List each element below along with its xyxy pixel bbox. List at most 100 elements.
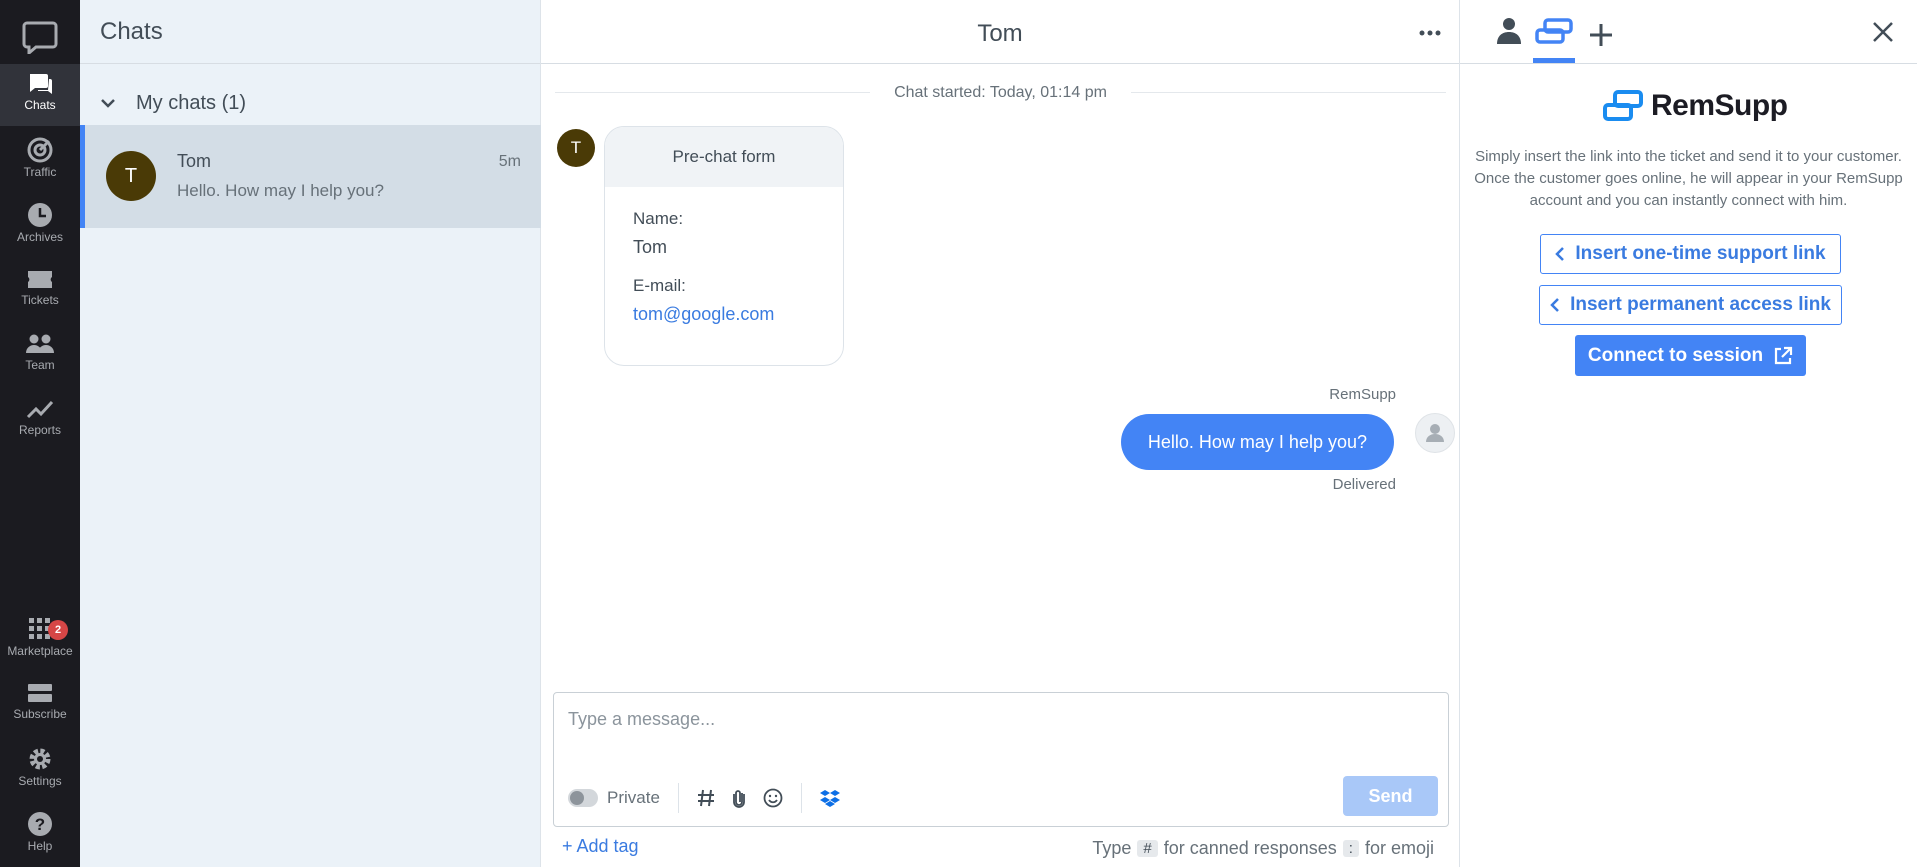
app: Chats Traffic Archives Tickets Team Repo… <box>0 0 1917 867</box>
nav-label: Settings <box>18 774 62 788</box>
chat-list-title: Chats <box>80 0 540 64</box>
chat-list-item[interactable]: T Tom 5m Hello. How may I help you? <box>80 125 541 228</box>
integration-panel: RemSupp Simply insert the link into the … <box>1460 0 1917 867</box>
composer-hint: Type # for canned responses : for emoji <box>1092 838 1434 859</box>
chat-item-name: Tom <box>177 151 212 171</box>
team-icon <box>26 334 54 353</box>
nav-label: Tickets <box>21 293 59 307</box>
button-label: Insert permanent access link <box>1570 294 1831 315</box>
my-chats-section-toggle[interactable]: My chats (1) <box>80 64 540 124</box>
clock-icon <box>28 203 52 227</box>
dropbox-icon[interactable] <box>819 788 840 808</box>
avatar: T <box>106 151 156 201</box>
form-name-value: Tom <box>633 237 668 257</box>
insert-permanent-link-button[interactable]: Insert permanent access link <box>1539 285 1842 325</box>
hint-type: Type <box>1092 838 1132 858</box>
button-label: Connect to session <box>1587 344 1764 366</box>
nav-item-team[interactable]: Team <box>0 324 80 386</box>
left-nav: Chats Traffic Archives Tickets Team Repo… <box>0 0 80 867</box>
lock-icon <box>570 791 584 805</box>
nav-item-subscribe[interactable]: Subscribe <box>0 673 80 735</box>
nav-label: Marketplace <box>7 644 73 658</box>
form-email-link[interactable]: tom@google.com <box>633 304 815 325</box>
more-options-icon[interactable] <box>1419 24 1441 42</box>
private-toggle[interactable] <box>568 789 598 807</box>
nav-item-traffic[interactable]: Traffic <box>0 129 80 191</box>
insert-one-time-link-button[interactable]: Insert one-time support link <box>1540 234 1841 274</box>
remsupp-logo-icon <box>1603 90 1643 121</box>
nav-label: Reports <box>18 423 62 437</box>
nav-label: Help <box>27 839 53 853</box>
message-input[interactable] <box>568 709 1428 730</box>
pre-chat-form-card: Pre-chat form Name: Tom E-mail: tom@goog… <box>604 126 844 366</box>
user-icon <box>1426 424 1444 442</box>
nav-item-reports[interactable]: Reports <box>0 389 80 451</box>
help-icon: ? <box>28 812 52 836</box>
nav-label: Team <box>25 358 55 372</box>
nav-label: Chats <box>24 98 56 112</box>
chevron-left-icon <box>1555 247 1565 261</box>
canned-responses-icon[interactable] <box>697 788 715 808</box>
traffic-icon <box>27 137 53 163</box>
add-tag-link[interactable]: + Add tag <box>562 836 639 857</box>
chat-list-panel: Chats My chats (1) T Tom 5m Hello. How m… <box>80 0 541 867</box>
nav-label: Traffic <box>23 165 57 179</box>
integration-tabs <box>1460 0 1917 64</box>
remsupp-tab-icon[interactable] <box>1535 18 1573 46</box>
composer-toolbar: Private <box>568 783 848 813</box>
form-email-label: E-mail: <box>633 276 686 295</box>
integration-description: Simply insert the link into the ticket a… <box>1474 148 1903 209</box>
nav-item-settings[interactable]: Settings <box>0 738 80 800</box>
add-app-icon[interactable] <box>1588 22 1614 48</box>
attachment-icon[interactable] <box>731 788 747 808</box>
hint-colon-key: : <box>1342 840 1359 857</box>
form-name-label: Name: <box>633 209 684 228</box>
close-icon[interactable] <box>1871 20 1895 44</box>
send-button[interactable]: Send <box>1343 776 1438 816</box>
message-composer: Private Send <box>553 692 1449 827</box>
toolbar-divider <box>677 783 679 813</box>
nav-label: Archives <box>16 230 63 244</box>
external-link-icon <box>1775 346 1793 364</box>
chat-bubble-icon <box>30 74 52 94</box>
emoji-icon[interactable] <box>763 788 783 808</box>
app-logo-icon[interactable] <box>22 20 58 57</box>
nav-item-marketplace[interactable]: Marketplace 2 <box>0 608 80 670</box>
notification-badge: 2 <box>48 620 68 640</box>
conversation-header: Tom <box>541 0 1459 64</box>
nav-item-archives[interactable]: Archives <box>0 194 80 256</box>
gear-icon <box>29 748 51 770</box>
customer-avatar: T <box>557 129 595 167</box>
hint-hash-key: # <box>1137 840 1158 857</box>
chart-line-icon <box>26 400 54 419</box>
message-status: Delivered <box>1332 476 1396 493</box>
chat-started-label: Chat started: Today, 01:14 pm <box>870 84 1131 101</box>
nav-item-tickets[interactable]: Tickets <box>0 259 80 321</box>
agent-message-bubble: Hello. How may I help you? <box>1120 414 1394 470</box>
conversation-title: Tom <box>977 20 1023 47</box>
chat-item-preview: Hello. How may I help you? <box>177 181 384 200</box>
agent-avatar <box>1415 413 1455 453</box>
section-label: My chats (1) <box>136 91 247 114</box>
chevron-down-icon <box>101 99 115 108</box>
nav-label: Subscribe <box>13 707 67 721</box>
card-icon <box>28 684 52 702</box>
remsupp-logo: RemSupp <box>1603 89 1788 123</box>
conversation-panel: Tom Chat started: Today, 01:14 pm T Pre-… <box>541 0 1460 867</box>
connect-to-session-button[interactable]: Connect to session <box>1575 335 1806 376</box>
button-label: Insert one-time support link <box>1575 243 1826 264</box>
chevron-left-icon <box>1550 298 1559 312</box>
toolbar-divider <box>800 783 802 813</box>
nav-item-help[interactable]: ? Help <box>0 803 80 865</box>
nav-item-chats[interactable]: Chats <box>0 64 80 126</box>
hint-emoji: for emoji <box>1364 838 1434 858</box>
pre-chat-form-title: Pre-chat form <box>605 127 843 187</box>
private-label: Private <box>607 788 660 807</box>
remsupp-logo-text: RemSupp <box>1651 89 1788 122</box>
hint-canned: for canned responses <box>1163 838 1337 858</box>
svg-text:?: ? <box>35 815 45 834</box>
agent-name: RemSupp <box>1329 386 1396 403</box>
chat-item-time: 5m <box>498 153 521 170</box>
chat-started-divider: Chat started: Today, 01:14 pm <box>555 84 1446 102</box>
customer-details-tab-icon[interactable] <box>1495 16 1523 46</box>
